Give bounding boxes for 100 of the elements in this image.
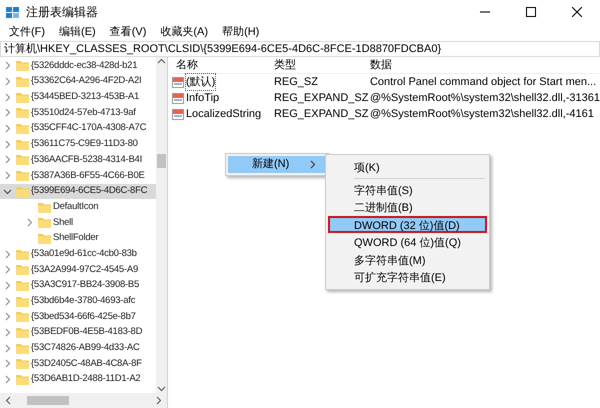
- tree-label: {53bd6b4e-3780-4693-afc: [31, 294, 136, 308]
- registry-icon: [6, 5, 20, 19]
- scroll-down-icon: [156, 384, 166, 393]
- value-type: REG_EXPAND_SZ: [272, 106, 366, 122]
- menu-item[interactable]: 编辑(E): [52, 24, 103, 41]
- tree-label: {53611C75-C9E9-11D3-80: [31, 137, 138, 152]
- folder-icon: [16, 374, 29, 386]
- tree-label: {53A2A994-97C2-4545-A9: [31, 262, 138, 277]
- menu-item[interactable]: 收藏夹(A): [153, 24, 216, 41]
- tree-item[interactable]: ShellFolder: [0, 230, 156, 246]
- menu-item[interactable]: QWORD (64 位)值(Q): [328, 233, 487, 250]
- folder-icon: [16, 170, 29, 182]
- tree-item[interactable]: {53a01e9d-61cc-4cb0-83b: [0, 246, 156, 262]
- tree-item[interactable]: Shell: [0, 214, 156, 231]
- menu-item[interactable]: 多字符串值(M): [328, 250, 487, 268]
- string-value-icon: [172, 108, 184, 120]
- folder-icon: [16, 123, 29, 134]
- tree-item[interactable]: {53bd6b4e-3780-4693-afc: [0, 293, 156, 309]
- folder-icon: [16, 107, 29, 118]
- tree-item[interactable]: {53A2A994-97C2-4545-A9: [0, 262, 156, 278]
- column-header[interactable]: 数据: [366, 56, 600, 74]
- folder-icon: [16, 154, 29, 166]
- folder-icon: [16, 327, 29, 338]
- tree-item[interactable]: {53362C64-A296-4F2D-A2I: [0, 74, 156, 90]
- folder-icon: [16, 60, 29, 72]
- menu-item[interactable]: DWORD (32 位)值(D): [328, 216, 487, 233]
- tree-item[interactable]: {535CFF4C-170A-4308-A7C: [0, 120, 156, 136]
- tree-item[interactable]: {53A3C917-BB24-3908-B5: [0, 278, 156, 294]
- folder-icon: [16, 248, 29, 260]
- scroll-left-icon: [4, 396, 13, 405]
- menu-item[interactable]: 项(K): [328, 158, 487, 176]
- tree-item[interactable]: {53bed534-66f6-425e-8b7: [0, 309, 156, 325]
- tree-label: {53362C64-A296-4F2D-A2I: [31, 74, 142, 88]
- menu-item[interactable]: 可扩充字符串值(E): [328, 268, 487, 286]
- value-data: @%SystemRoot%\system32\shell32.dll,-31361: [368, 90, 600, 106]
- folder-icon: [16, 280, 29, 291]
- folder-icon: [38, 202, 51, 213]
- tree-item[interactable]: {53C74826-AB99-4d33-AC: [0, 340, 156, 356]
- value-data: @%SystemRoot%\system32\shell32.dll,-4161: [368, 106, 595, 122]
- value-data: Control Panel command object for Start men...: [368, 74, 598, 90]
- tree-label: ShellFolder: [53, 231, 98, 246]
- folder-icon: [16, 311, 29, 322]
- tree-label: {53BEDF0B-4E5B-4183-8D: [31, 325, 142, 340]
- folder-icon: [16, 138, 29, 150]
- tree-label: {53510d24-57eb-4713-9af: [31, 106, 136, 120]
- tree-item[interactable]: DefaultIcon: [0, 199, 156, 215]
- menu-item[interactable]: 二进制值(B): [328, 198, 487, 216]
- address-bar[interactable]: 计算机\HKEY_CLASSES_ROOT\CLSID\{5399E694-6CE5-4D6C-8FCE-1D8870FDCBA0}: [0, 41, 600, 57]
- tree-item[interactable]: {5399E694-6CE5-4D6C-8FC: [0, 184, 156, 200]
- scroll-thumb[interactable]: [27, 396, 69, 405]
- tree-label: {53D6AB1D-2488-11D1-A2: [31, 372, 140, 386]
- value-type: REG_EXPAND_SZ: [272, 90, 366, 106]
- horizontal-scrollbar[interactable]: [0, 393, 167, 408]
- tree-item[interactable]: {53D6AB1D-2488-11D1-A2: [0, 372, 156, 388]
- folder-icon: [16, 92, 29, 103]
- vertical-scrollbar[interactable]: [156, 57, 167, 393]
- string-value-icon: [172, 92, 184, 104]
- string-value-icon: [172, 76, 184, 88]
- scroll-thumb[interactable]: [156, 154, 166, 168]
- menu-item[interactable]: 帮助(H): [215, 24, 266, 41]
- tree-item[interactable]: {5326dddc-ec38-428d-b21: [0, 58, 156, 74]
- scroll-up-icon: [156, 57, 166, 66]
- folder-icon: [16, 264, 29, 276]
- folder-icon: [38, 232, 51, 244]
- tree-label: {53A3C917-BB24-3908-B5: [31, 278, 140, 292]
- tree-label: Shell: [53, 216, 73, 230]
- scroll-right-icon: [154, 396, 163, 405]
- folder-icon: [38, 217, 51, 228]
- tree-label: {535CFF4C-170A-4308-A7C: [31, 121, 146, 136]
- value-name[interactable]: (默认): [186, 74, 216, 90]
- tree-label: {53bed534-66f6-425e-8b7: [31, 310, 136, 324]
- value-name[interactable]: InfoTip: [186, 90, 220, 106]
- tree-item[interactable]: {53BEDF0B-4E5B-4183-8D: [0, 324, 156, 340]
- tree-label: DefaultIcon: [53, 200, 98, 214]
- tree-label: {53445BED-3213-453B-A1: [31, 90, 140, 104]
- tree-label: {53a01e9d-61cc-4cb0-83b: [31, 246, 137, 261]
- close-icon: [572, 7, 582, 17]
- menu-item[interactable]: 文件(F): [2, 24, 52, 41]
- folder-icon: [16, 358, 29, 370]
- folder-icon: [16, 296, 29, 307]
- tree-label: {53D2405C-48AB-4C8A-8F: [31, 356, 142, 371]
- tree-item[interactable]: {536AACFB-5238-4314-B4I: [0, 152, 156, 168]
- tree-item[interactable]: {53510d24-57eb-4713-9af: [0, 105, 156, 121]
- menu-item[interactable]: 新建(N): [228, 156, 326, 173]
- column-header[interactable]: 名称: [172, 56, 270, 74]
- column-header[interactable]: 类型: [270, 56, 366, 74]
- tree-item[interactable]: {5387A36B-6F55-4C66-B0E: [0, 168, 156, 184]
- tree-label: {536AACFB-5238-4314-B4I: [31, 152, 142, 167]
- tree-label: {5399E694-6CE5-4D6C-8FC: [31, 184, 148, 198]
- value-name[interactable]: LocalizedString: [186, 106, 262, 122]
- maximize-icon: [526, 7, 536, 17]
- menu-item[interactable]: 字符串值(S): [328, 180, 487, 198]
- folder-icon: [16, 186, 29, 197]
- tree-item[interactable]: {53D2405C-48AB-4C8A-8F: [0, 356, 156, 372]
- tree-label: {53C74826-AB99-4d33-AC: [31, 341, 140, 356]
- tree-item[interactable]: {53445BED-3213-453B-A1: [0, 89, 156, 106]
- value-type: REG_SZ: [272, 74, 319, 90]
- folder-icon: [16, 342, 29, 354]
- menu-item[interactable]: 查看(V): [102, 24, 154, 41]
- tree-item[interactable]: {53611C75-C9E9-11D3-80: [0, 136, 156, 152]
